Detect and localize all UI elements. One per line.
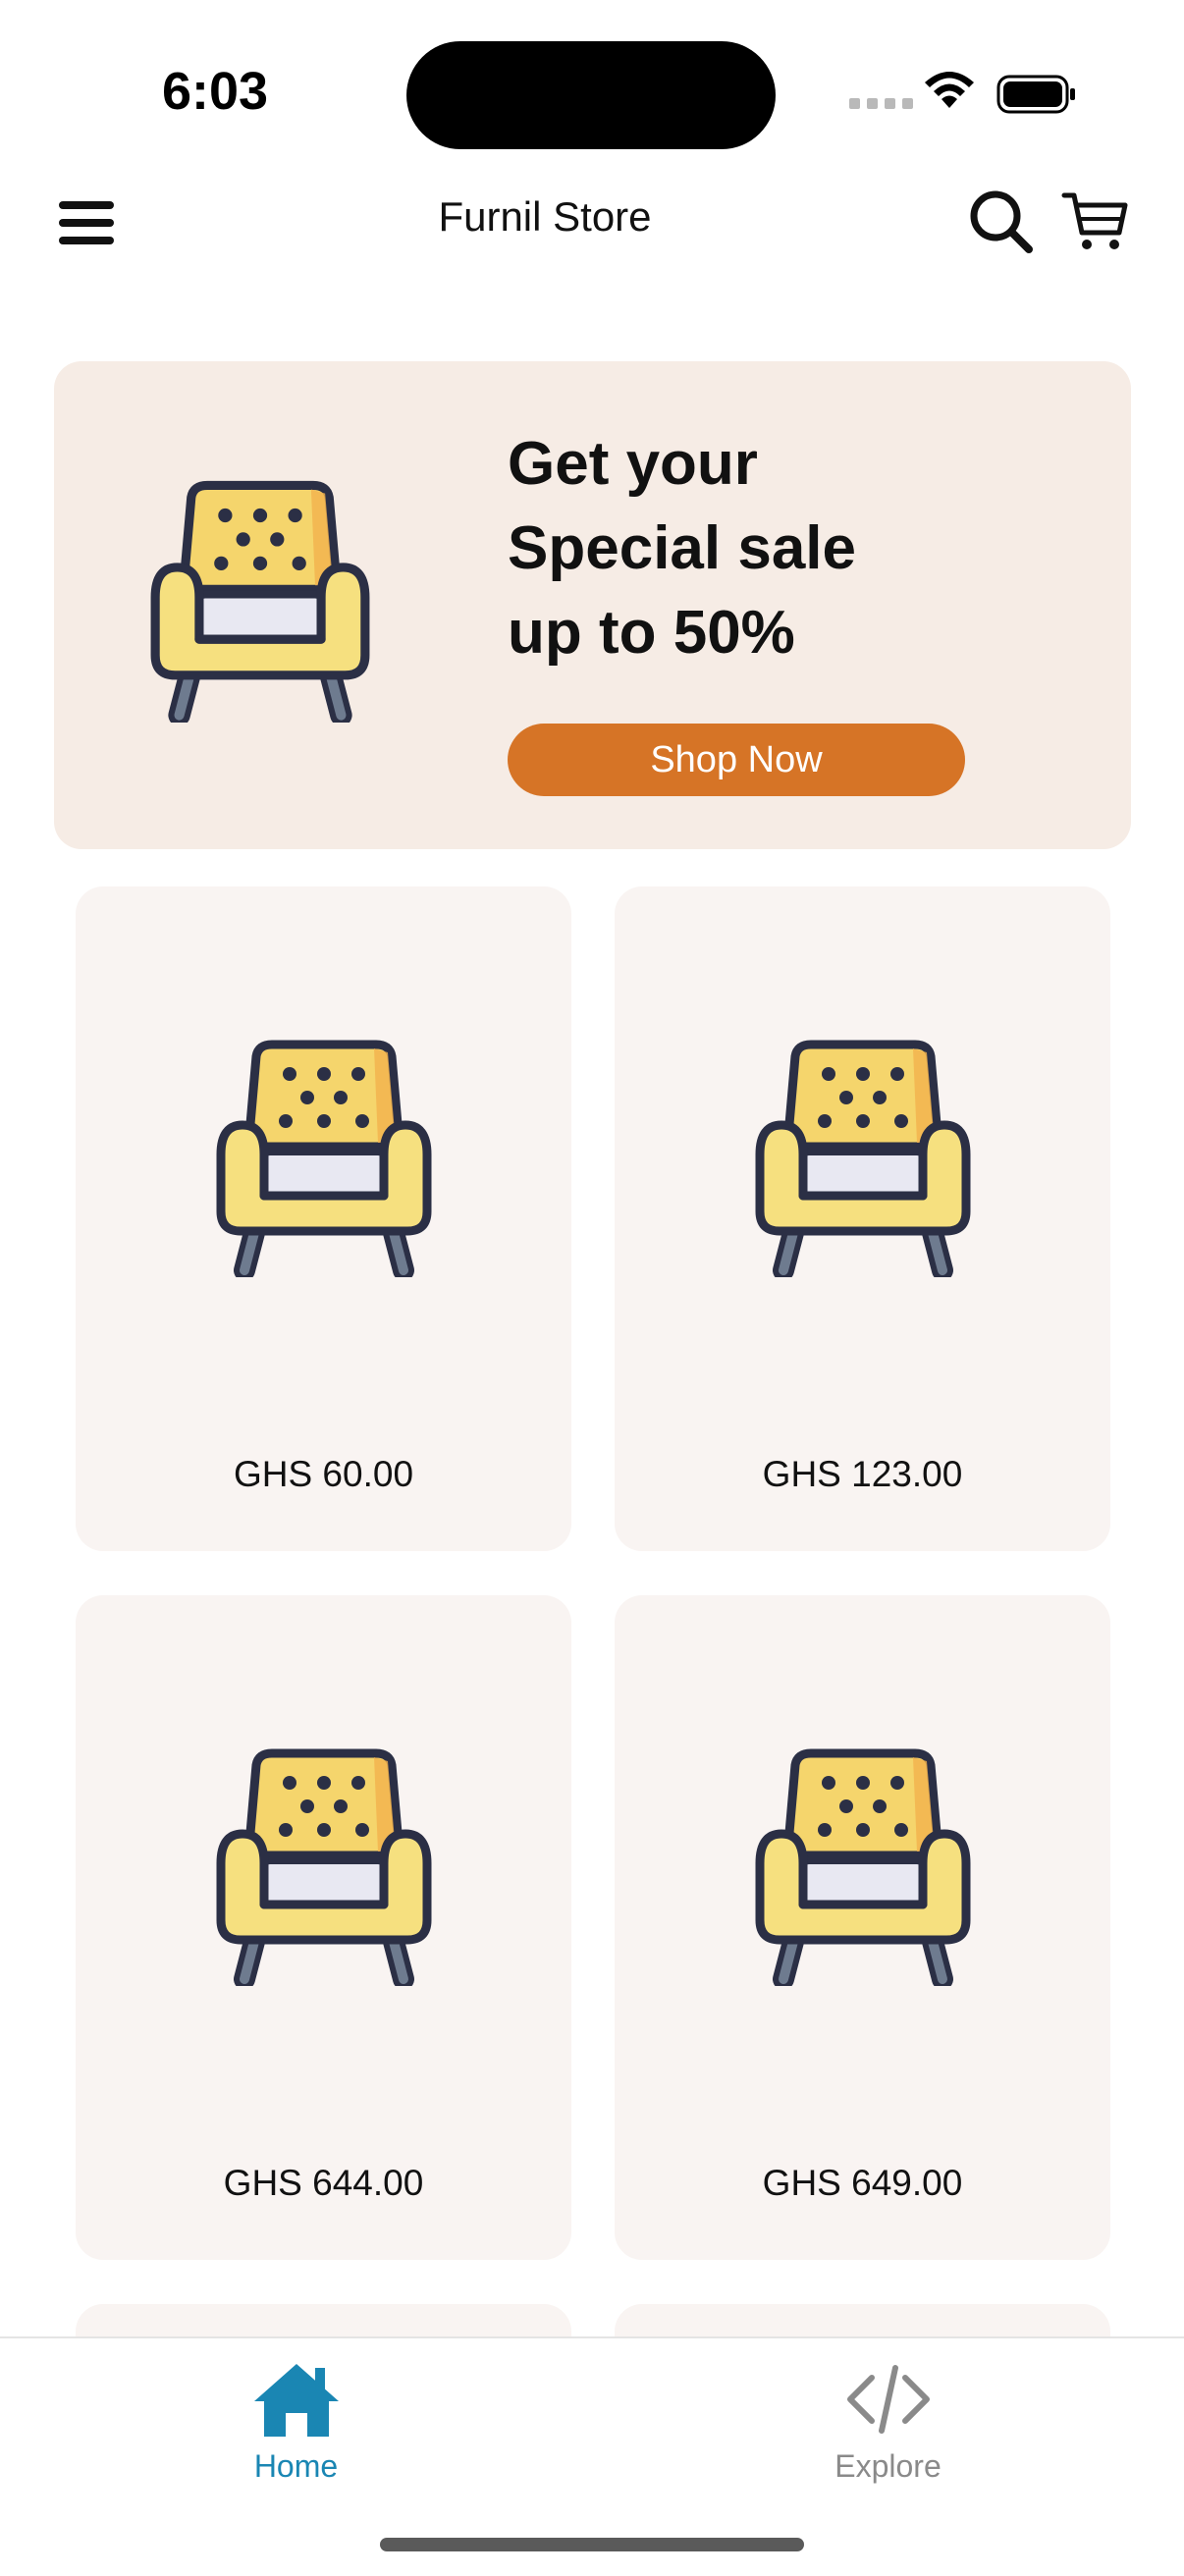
cart-icon[interactable]: [1060, 186, 1131, 256]
status-bar: 6:03: [0, 0, 1184, 157]
product-price: GHS 649.00: [762, 2163, 963, 2203]
product-card[interactable]: GHS 60.00: [76, 886, 571, 1551]
product-card[interactable]: GHS 649.00: [615, 1595, 1110, 2260]
wifi-icon: [925, 72, 974, 108]
home-icon: [254, 2364, 339, 2437]
code-icon: [847, 2365, 930, 2434]
cellular-signal-icon: [849, 98, 913, 109]
armchair-icon: [147, 479, 373, 723]
promo-title-line: up to 50%: [508, 599, 795, 667]
nav-label-explore: Explore: [834, 2448, 942, 2484]
product-price: GHS 644.00: [223, 2163, 424, 2203]
product-price: GHS 123.00: [762, 1454, 963, 1494]
armchair-icon: [752, 1039, 974, 1277]
nav-item-explore[interactable]: Explore: [592, 2338, 1184, 2486]
home-indicator[interactable]: [380, 2538, 804, 2551]
armchair-icon: [213, 1747, 435, 1986]
dynamic-island: [406, 41, 776, 149]
promo-banner: Get your Special sale up to 50% Shop Now: [54, 361, 1131, 849]
product-card[interactable]: GHS 123.00: [615, 886, 1110, 1551]
product-price: GHS 60.00: [233, 1454, 414, 1494]
product-card[interactable]: GHS 644.00: [76, 1595, 571, 2260]
armchair-icon: [752, 1747, 974, 1986]
app-bar: Furnil Store: [0, 172, 1184, 280]
shop-now-button[interactable]: Shop Now: [508, 724, 965, 796]
nav-item-home[interactable]: Home: [0, 2338, 592, 2486]
nav-label-home: Home: [253, 2448, 339, 2484]
armchair-icon: [213, 1039, 435, 1277]
promo-title-line: Get your: [508, 430, 758, 498]
app-title: Furnil Store: [438, 193, 652, 240]
search-icon[interactable]: [967, 188, 1036, 256]
promo-title: Get your Special sale up to 50%: [508, 422, 1018, 675]
battery-icon: [996, 75, 1075, 114]
promo-title-line: Special sale: [508, 514, 857, 582]
status-time: 6:03: [162, 62, 269, 121]
